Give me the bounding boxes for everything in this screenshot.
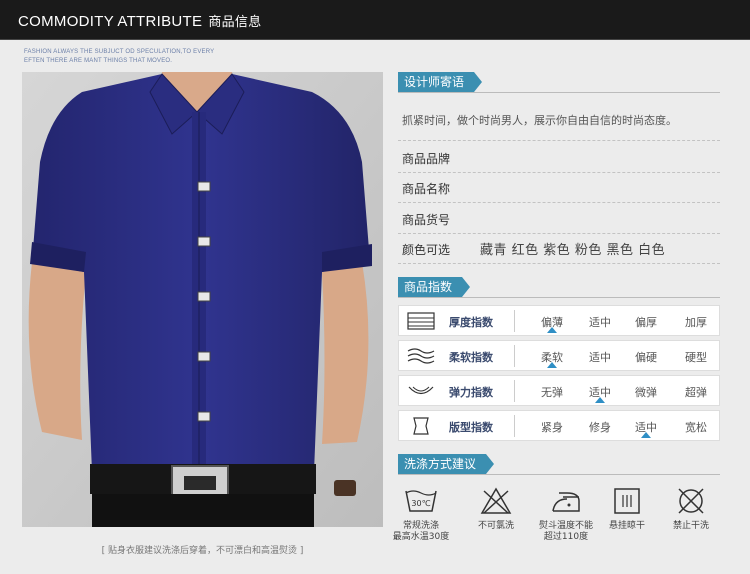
waves-icon xyxy=(407,348,435,364)
index-label: 弹力指数 xyxy=(449,386,493,399)
index-option: 修身 xyxy=(589,421,611,434)
separator xyxy=(514,310,515,332)
no-dry-clean-icon xyxy=(678,488,704,514)
index-option: 紧身 xyxy=(541,421,563,434)
divider xyxy=(398,172,720,173)
index-label: 厚度指数 xyxy=(449,316,493,329)
index-option: 无弹 xyxy=(541,386,563,399)
photo-caption: [ 贴身衣服建议洗涤后穿着，不可漂白和高温熨烫 ] xyxy=(101,546,304,556)
wash-temp-symbol: 30℃ xyxy=(411,499,430,508)
wash-label: 不可氯洗 xyxy=(466,521,526,532)
wash-label-line: 禁止干洗 xyxy=(672,521,709,531)
wash-heading: 洗涤方式建议 xyxy=(398,454,495,474)
page-title: COMMODITY ATTRIBUTE 商品信息 xyxy=(18,11,262,30)
wash-item: 熨斗温度不能 超过110度 xyxy=(536,487,596,543)
index-divider xyxy=(398,297,720,298)
index-row-fit: 版型指数 紧身 修身 适中 宽松 xyxy=(398,410,720,441)
title-en: COMMODITY ATTRIBUTE xyxy=(18,13,203,30)
wash-label: 禁止干洗 xyxy=(661,521,721,532)
index-row-softness: 柔软指数 柔软 适中 偏硬 硬型 xyxy=(398,340,720,371)
brand-label: 商品品牌 xyxy=(402,152,451,166)
selected-marker xyxy=(641,432,651,438)
wash-label: 悬挂晾干 xyxy=(597,521,657,532)
index-option: 宽松 xyxy=(685,421,707,434)
wash-item: 禁止干洗 xyxy=(661,487,721,532)
wash-label-line: 悬挂晾干 xyxy=(608,521,645,531)
hang-dry-icon xyxy=(614,488,640,514)
index-option: 偏厚 xyxy=(635,316,657,329)
iron-icon xyxy=(552,492,580,512)
wash-30-icon: 30℃ xyxy=(405,490,437,512)
color-options: 藏青 红色 紫色 粉色 黑色 白色 xyxy=(480,243,666,258)
index-heading: 商品指数 xyxy=(398,277,471,297)
shirt-fit-icon xyxy=(413,417,429,435)
wash-label: 常规洗涤 最高水温30度 xyxy=(391,521,451,543)
shirt-illustration xyxy=(22,72,383,527)
index-option: 适中 xyxy=(589,351,611,364)
divider xyxy=(398,202,720,203)
wash-label-line: 超过110度 xyxy=(543,532,589,542)
index-option: 偏硬 xyxy=(635,351,657,364)
wash-label-line: 最高水温30度 xyxy=(392,532,450,542)
index-option: 微弹 xyxy=(635,386,657,399)
index-label: 柔软指数 xyxy=(449,351,493,364)
wash-item: 悬挂晾干 xyxy=(597,487,657,532)
wash-item: 30℃ 常规洗涤 最高水温30度 xyxy=(391,487,451,543)
slogan-line-1: FASHION ALWAYS THE SUBJUCT OD SPECULATIO… xyxy=(24,49,215,55)
color-label: 颜色可选 xyxy=(402,243,451,257)
wash-item: 不可氯洗 xyxy=(466,487,526,532)
designer-divider xyxy=(398,92,720,93)
index-option: 加厚 xyxy=(685,316,707,329)
separator xyxy=(514,415,515,437)
selected-marker xyxy=(595,397,605,403)
layers-icon xyxy=(407,312,435,330)
slogan: FASHION ALWAYS THE SUBJUCT OD SPECULATIO… xyxy=(24,48,284,66)
slogan-line-2: EFTEN THERE ARE MANT THINGS THAT MOVEO. xyxy=(24,58,173,64)
selected-marker xyxy=(547,327,557,333)
wash-label-line: 不可氯洗 xyxy=(477,521,514,531)
separator xyxy=(514,380,515,402)
product-photo xyxy=(22,72,383,527)
designer-heading: 设计师寄语 xyxy=(398,72,483,92)
divider xyxy=(398,233,720,234)
index-option: 适中 xyxy=(589,316,611,329)
index-row-thickness: 厚度指数 偏薄 适中 偏厚 加厚 xyxy=(398,305,720,336)
sku-label: 商品货号 xyxy=(402,213,451,227)
index-row-elasticity: 弹力指数 无弹 适中 微弹 超弹 xyxy=(398,375,720,406)
divider xyxy=(398,140,720,141)
wash-divider xyxy=(398,474,720,475)
header-bar: COMMODITY ATTRIBUTE 商品信息 xyxy=(0,0,750,40)
divider xyxy=(398,263,720,264)
selected-marker xyxy=(547,362,557,368)
wash-label-line: 熨斗温度不能 xyxy=(538,521,593,531)
wash-label-line: 常规洗涤 xyxy=(402,521,439,531)
name-label: 商品名称 xyxy=(402,182,451,196)
stretch-icon xyxy=(408,386,434,395)
wash-label: 熨斗温度不能 超过110度 xyxy=(536,521,596,543)
index-label: 版型指数 xyxy=(449,421,493,434)
index-option: 超弹 xyxy=(685,386,707,399)
no-bleach-icon xyxy=(480,487,512,514)
index-option: 硬型 xyxy=(685,351,707,364)
title-cn: 商品信息 xyxy=(208,14,262,29)
separator xyxy=(514,345,515,367)
designer-text: 抓紧时间，做个时尚男人，展示你自由自信的时尚态度。 xyxy=(402,114,677,127)
